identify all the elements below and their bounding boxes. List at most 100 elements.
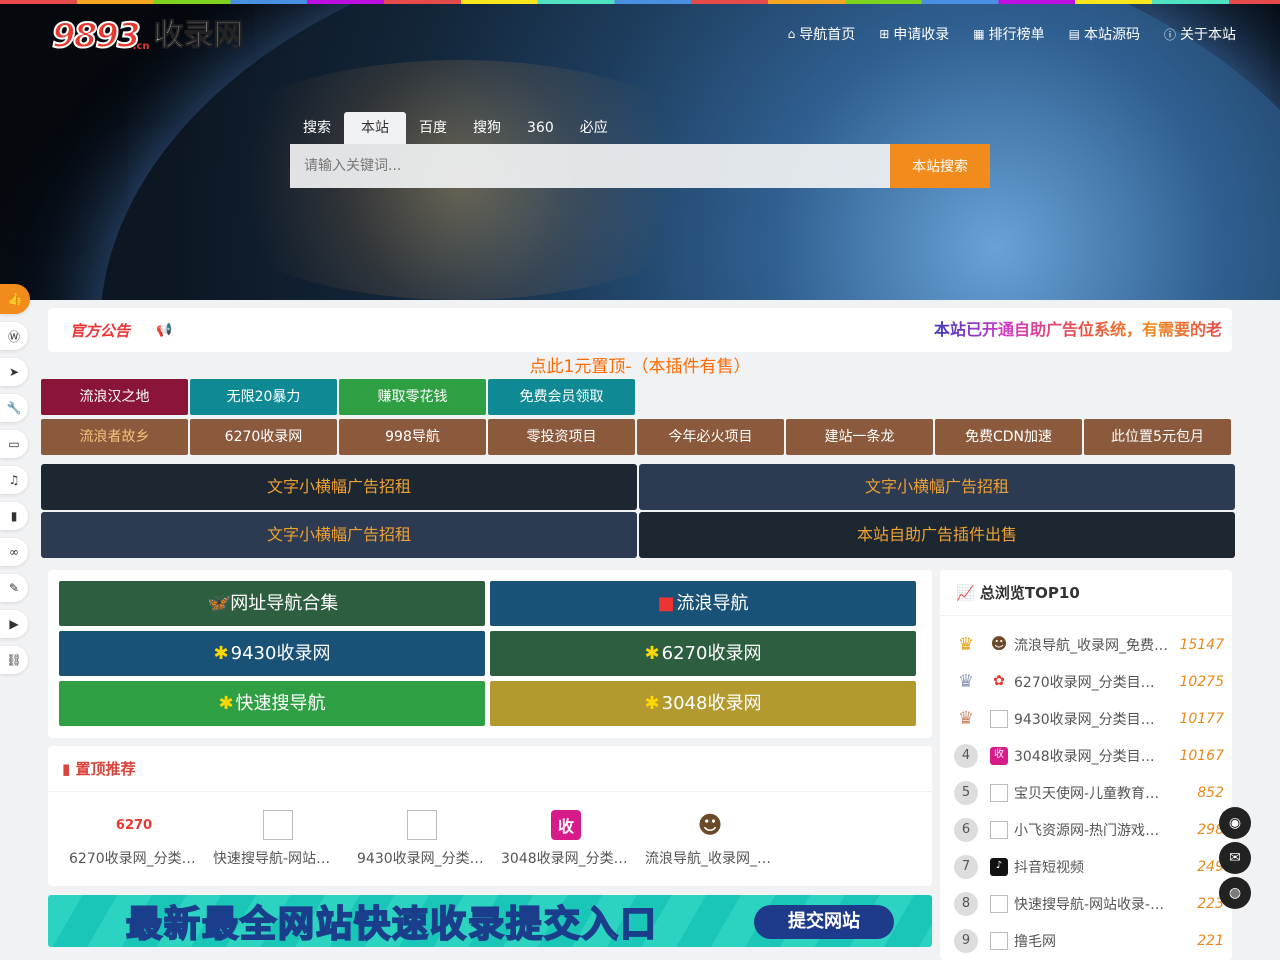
rank-badge: 5 xyxy=(954,780,978,805)
bullhorn-icon: 📢 xyxy=(156,322,173,338)
top10-item[interactable]: 6 小飞资源网-热门游戏免费下载 298 xyxy=(954,811,1232,848)
book-icon[interactable]: ▮ xyxy=(0,502,28,530)
text-ad[interactable]: 流浪者故乡 xyxy=(41,419,188,455)
nav-ranking-label: 排行榜单 xyxy=(988,27,1045,43)
brush-icon[interactable]: ✎ xyxy=(0,574,28,602)
logo-domain: .cn xyxy=(132,41,150,52)
featured-links-panel: 🦋 网址导航合集 ■ 流浪导航 ✱ 9430收录网 ✱ 6270收录网 ✱ 快速搜导航 ✱… xyxy=(48,570,932,738)
top10-name: 3048收录网_分类目录网站 xyxy=(1014,748,1168,765)
site-logo[interactable]: 9893 .cn 收录网 xyxy=(51,14,244,55)
top10-count: 221 xyxy=(1197,932,1224,949)
wrench-icon[interactable]: 🔧 xyxy=(0,394,28,422)
featured-link[interactable]: ✱ 6270收录网 xyxy=(490,631,916,676)
infinity-icon[interactable]: ∞ xyxy=(0,538,28,566)
submit-site-banner[interactable]: 最新最全网站快速收录提交入口 提交网站 xyxy=(48,895,932,947)
pinned-item-label: 9430收录网_分类目录 xyxy=(357,851,487,867)
site-favicon: ✿ xyxy=(993,672,1005,689)
pinned-item[interactable]: 6270 6270收录网_分类目录 xyxy=(62,792,206,868)
mail-icon[interactable]: ✉ xyxy=(1219,842,1251,874)
text-ad-row-2: 流浪者故乡 6270收录网 998导航 零投资项目 今年必火项目 建站一条龙 免… xyxy=(41,419,1231,455)
text-ad[interactable]: 此位置5元包月 xyxy=(1084,419,1231,455)
banner-ad[interactable]: 文字小横幅广告招租 xyxy=(41,512,637,558)
top10-item[interactable]: 9 撸毛网 221 xyxy=(954,922,1232,959)
site-favicon: 收 xyxy=(990,746,1008,765)
nav-source[interactable]: ▤ 本站源码 xyxy=(1069,24,1140,44)
top10-count: 10167 xyxy=(1179,747,1224,764)
nav-apply[interactable]: ⊞ 申请收录 xyxy=(879,24,949,44)
top10-name: 6270收录网_分类目录网站 xyxy=(1014,674,1168,691)
banner-ad[interactable]: 本站自助广告插件出售 xyxy=(639,512,1235,558)
wechat-icon[interactable]: ◍ xyxy=(1219,877,1251,909)
tab-360[interactable]: 360 xyxy=(514,112,567,144)
banner-ad[interactable]: 文字小横幅广告招租 xyxy=(41,464,637,510)
pinned-item[interactable]: 收 3048收录网_分类目录 xyxy=(494,792,638,868)
tab-sogou[interactable]: 搜狗 xyxy=(460,112,514,144)
featured-link[interactable]: ✱ 快速搜导航 xyxy=(59,681,485,726)
tab-baidu[interactable]: 百度 xyxy=(406,112,460,144)
broken-image-icon xyxy=(990,820,1008,839)
send-icon[interactable]: ➤ xyxy=(0,358,28,386)
silver-crown-icon: ♛ xyxy=(957,670,975,692)
tab-search[interactable]: 搜索 xyxy=(290,112,344,144)
top10-item[interactable]: 4 收 3048收录网_分类目录网站 10167 xyxy=(954,737,1232,774)
nav-ranking[interactable]: ▦ 排行榜单 xyxy=(973,24,1044,44)
banner-ad[interactable]: 文字小横幅广告招租 xyxy=(639,464,1235,510)
thumbs-up-icon[interactable]: 👍 xyxy=(0,284,30,314)
wordpress-icon[interactable]: Ⓦ xyxy=(0,322,28,350)
search-button[interactable]: 本站搜索 xyxy=(890,144,990,188)
top10-item[interactable]: 8 快速搜导航-网站收录-自助 223 xyxy=(954,885,1232,922)
tab-site[interactable]: 本站 xyxy=(344,112,406,144)
text-ad[interactable]: 无限20暴力 xyxy=(190,379,337,415)
text-ad[interactable]: 免费会员领取 xyxy=(488,379,635,415)
featured-link[interactable]: 🦋 网址导航合集 xyxy=(59,581,485,626)
top10-item[interactable]: ♛ ☻ 流浪导航_收录网_免费收录 15147 xyxy=(954,626,1232,663)
rainbow-strip xyxy=(0,0,1280,4)
broken-image-icon xyxy=(990,709,1008,728)
top10-header: 📈 总浏览TOP10 xyxy=(940,570,1232,616)
link-icon[interactable]: ⛓ xyxy=(0,646,28,674)
inbox-icon[interactable]: ▭ xyxy=(0,430,28,458)
featured-link-label: 快速搜导航 xyxy=(235,693,326,714)
video-icon[interactable]: ▶ xyxy=(0,610,28,638)
top10-name: 快速搜导航-网站收录-自助 xyxy=(1014,896,1168,913)
top10-item[interactable]: 5 宝贝天使网-儿童教育资源分享 852 xyxy=(954,774,1232,811)
pinned-item[interactable]: 快速搜导航-网站收录 xyxy=(206,792,350,868)
text-ad[interactable]: 6270收录网 xyxy=(190,419,337,455)
text-ad[interactable]: 赚取零花钱 xyxy=(339,379,486,415)
search-input[interactable] xyxy=(290,144,890,188)
nav-apply-label: 申请收录 xyxy=(893,27,950,43)
pinned-item[interactable]: ☻ 流浪导航_收录网_免费 xyxy=(638,792,782,868)
text-ad[interactable]: 建站一条龙 xyxy=(786,419,933,455)
top10-item[interactable]: ♛ 9430收录网_分类目录网站 10177 xyxy=(954,700,1232,737)
featured-link[interactable]: ✱ 9430收录网 xyxy=(59,631,485,676)
submit-site-button[interactable]: 提交网站 xyxy=(754,905,894,939)
top-nav: ⌂ 导航首页 ⊞ 申请收录 ▦ 排行榜单 ▤ 本站源码 ⓘ 关于本站 xyxy=(788,24,1236,44)
nav-home[interactable]: ⌂ 导航首页 xyxy=(788,24,856,44)
rank-badge: 4 xyxy=(954,743,978,768)
nav-about[interactable]: ⓘ 关于本站 xyxy=(1164,24,1236,44)
pinned-item-label: 3048收录网_分类目录 xyxy=(501,851,631,867)
pinned-item[interactable]: 9430收录网_分类目录 xyxy=(350,792,494,868)
announcement-text[interactable]: 本站已开通自助广告位系统，有需要的老 xyxy=(934,308,1222,352)
top10-name: 抖音短视频 xyxy=(1014,859,1084,876)
headphones-icon[interactable]: ♫ xyxy=(0,466,28,494)
qq-icon[interactable]: ◉ xyxy=(1219,807,1251,839)
top10-item[interactable]: ♛ ✿ 6270收录网_分类目录网站 10275 xyxy=(954,663,1232,700)
featured-link[interactable]: ■ 流浪导航 xyxy=(490,581,916,626)
top10-item[interactable]: 7 ♪ 抖音短视频 249 xyxy=(954,848,1232,885)
text-ad[interactable]: 流浪汉之地 xyxy=(41,379,188,415)
star-icon: ✱ xyxy=(644,693,660,714)
text-ad[interactable]: 免费CDN加速 xyxy=(935,419,1082,455)
star-icon: ✱ xyxy=(644,643,660,664)
featured-link[interactable]: ✱ 3048收录网 xyxy=(490,681,916,726)
text-ad[interactable]: 今年必火项目 xyxy=(637,419,784,455)
tab-bing[interactable]: 必应 xyxy=(567,112,621,144)
text-ad[interactable]: 零投资项目 xyxy=(488,419,635,455)
chart-icon: ▦ xyxy=(973,27,985,41)
featured-link-label: 流浪导航 xyxy=(676,593,749,614)
broken-image-icon xyxy=(263,810,293,840)
site-favicon: ☻ xyxy=(990,633,1008,653)
text-ad[interactable]: 998导航 xyxy=(339,419,486,455)
pinned-item-label: 快速搜导航-网站收录 xyxy=(213,851,343,867)
pin-promo-link[interactable]: 点此1元置顶-（本插件有售） xyxy=(0,352,1280,377)
